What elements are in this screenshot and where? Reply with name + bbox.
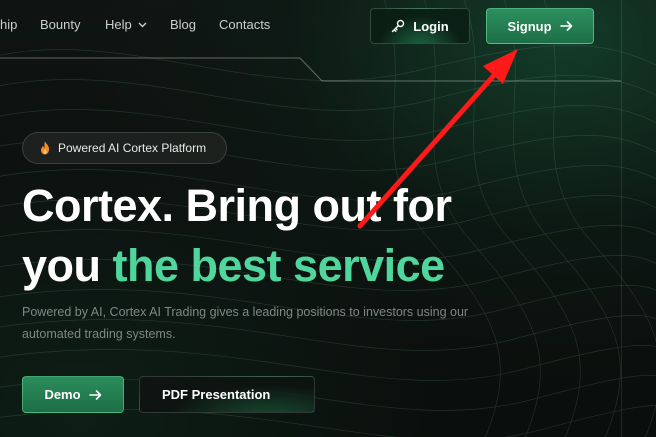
nav-link-help[interactable]: Help: [105, 17, 147, 32]
platform-badge: Powered AI Cortex Platform: [22, 132, 227, 164]
pdf-presentation-button[interactable]: PDF Presentation: [139, 376, 315, 413]
signup-button[interactable]: Signup: [486, 8, 594, 44]
headline-line-2-prefix: you: [22, 240, 113, 291]
login-label: Login: [413, 18, 449, 34]
nav-link-bounty[interactable]: Bounty: [40, 17, 80, 32]
hero-subtitle: Powered by AI, Cortex AI Trading gives a…: [22, 305, 469, 341]
signup-label: Signup: [507, 18, 552, 34]
flame-icon: [41, 141, 50, 155]
arrow-right-icon: [559, 21, 572, 31]
chevron-down-icon: [138, 22, 147, 28]
headline-line-1: Cortex. Bring out for: [22, 180, 452, 231]
landing-page: hip Bounty Help Blog Contacts Login Sign…: [0, 0, 656, 437]
demo-button[interactable]: Demo: [22, 376, 124, 413]
nav-link-blog[interactable]: Blog: [170, 17, 196, 32]
hero-headline: Cortex. Bring out for you the best servi…: [22, 176, 452, 296]
pdf-presentation-label: PDF Presentation: [162, 387, 271, 402]
nav-link-contacts[interactable]: Contacts: [219, 17, 270, 32]
headline-accent: the best service: [112, 240, 446, 291]
nav-link-help-label: Help: [105, 17, 132, 32]
demo-label: Demo: [44, 387, 81, 402]
top-navigation: hip Bounty Help Blog Contacts Login Sign…: [0, 0, 656, 52]
key-icon: [392, 19, 405, 33]
arrow-right-icon: [88, 389, 101, 400]
nav-link-partnership[interactable]: hip: [0, 17, 17, 32]
login-button[interactable]: Login: [370, 8, 470, 44]
badge-label: Powered AI Cortex Platform: [58, 141, 207, 155]
